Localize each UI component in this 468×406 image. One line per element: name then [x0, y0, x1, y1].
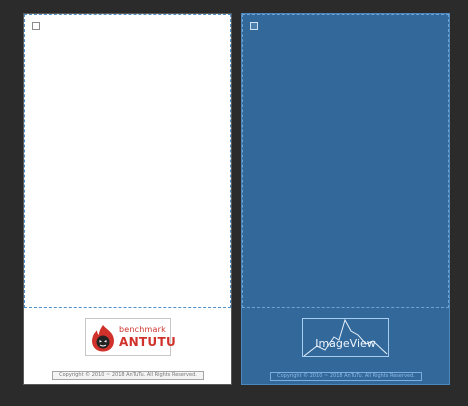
antutu-logo-image[interactable]: benchmark ANTUTU [85, 318, 176, 356]
layout-guide-box [242, 14, 449, 308]
imageview-placeholder[interactable]: ImageView [302, 318, 389, 357]
antutu-flame-icon [92, 325, 114, 352]
design-view-pane[interactable]: benchmark ANTUTU Copyright © 2010 ~ 2018… [23, 13, 232, 385]
logo-benchmark-text: benchmark [119, 325, 166, 334]
copyright-text-outline[interactable]: Copyright © 2010 ~ 2018 AnTuTu. All Righ… [270, 372, 422, 381]
logo-antutu-text: ANTUTU [119, 335, 176, 349]
blueprint-view-pane[interactable]: ImageView Copyright © 2010 ~ 2018 AnTuTu… [241, 13, 450, 385]
imageview-label: ImageView [315, 337, 376, 350]
copyright-text[interactable]: Copyright © 2010 ~ 2018 AnTuTu. All Righ… [52, 371, 204, 380]
layout-guide-box [24, 14, 231, 308]
